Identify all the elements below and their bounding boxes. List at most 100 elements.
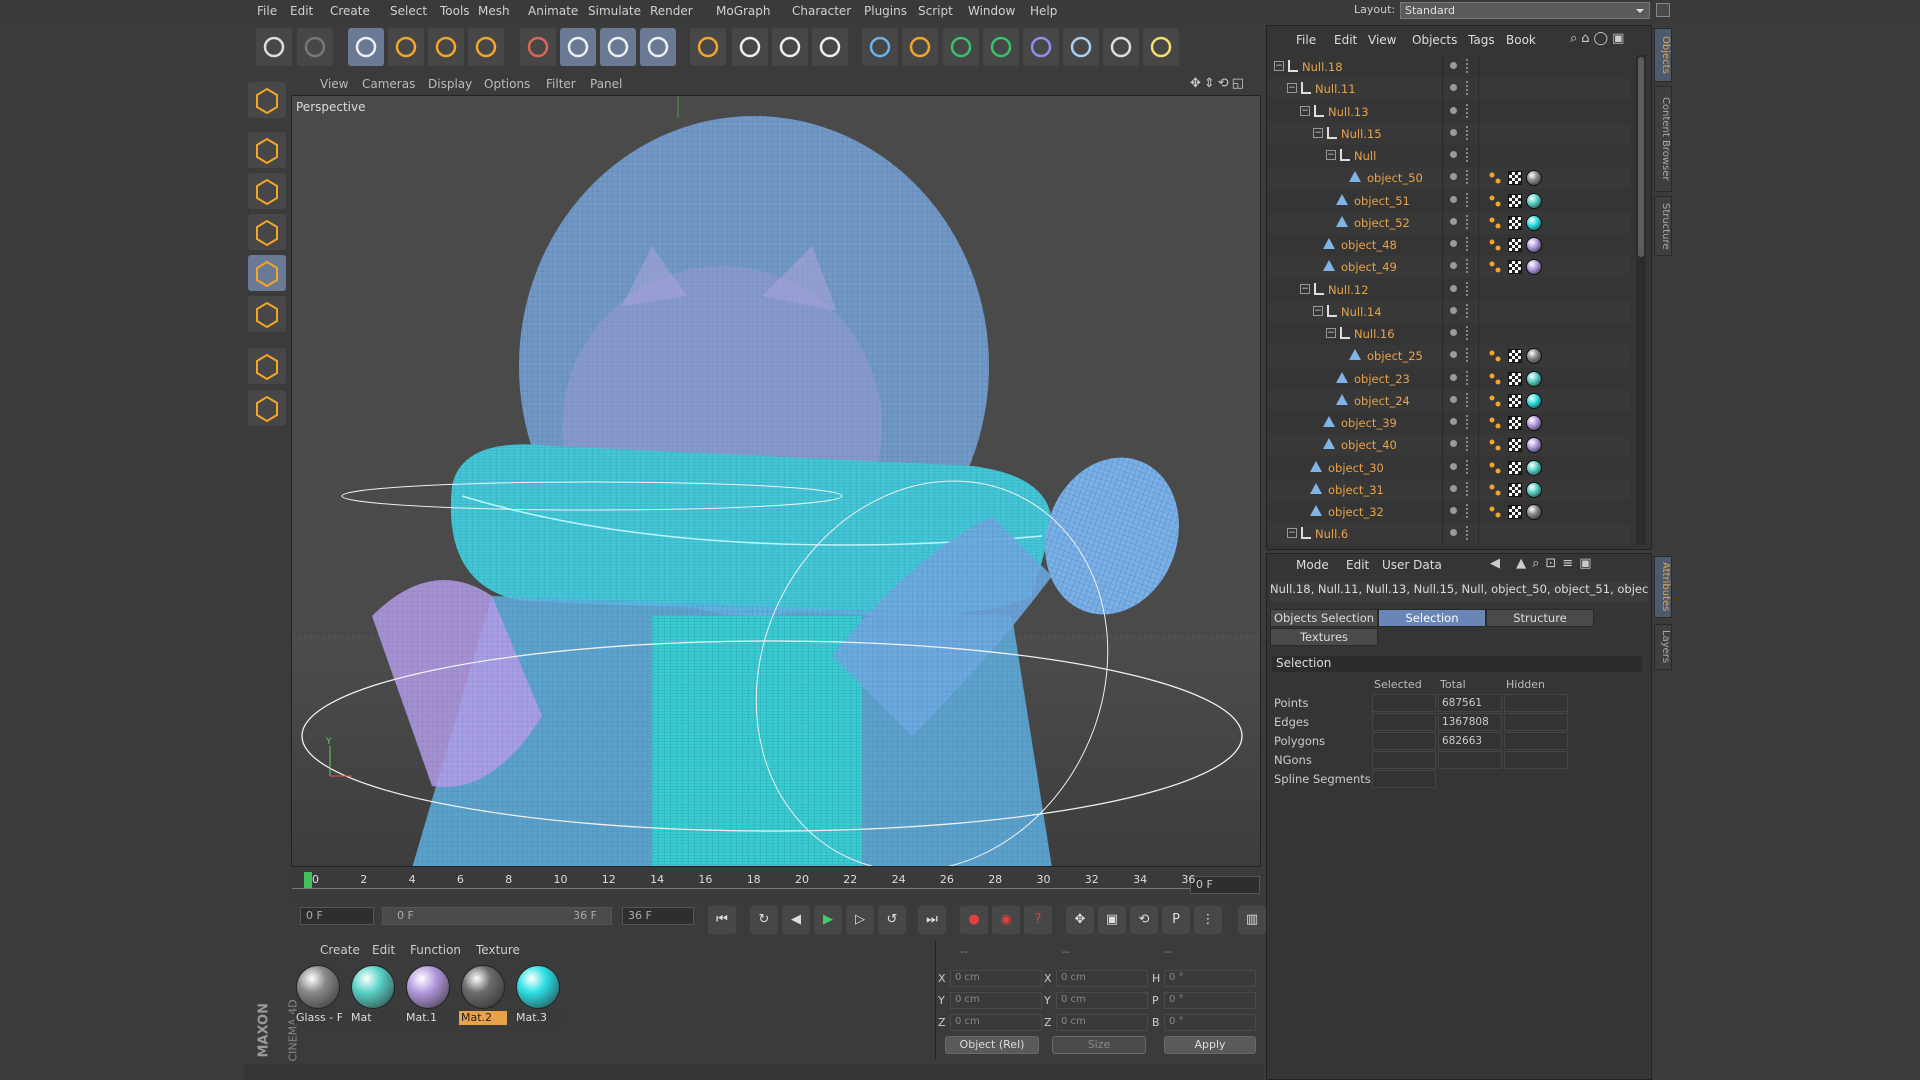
menu-mograph[interactable]: MoGraph	[716, 4, 771, 18]
render-visibility-icon[interactable]	[1466, 437, 1469, 452]
object-row-null-15[interactable]: − Null.15	[1270, 122, 1630, 145]
object-row-object_23[interactable]: object_23	[1270, 367, 1630, 390]
material-tag-icon[interactable]	[1526, 481, 1542, 498]
menu-script[interactable]: Script	[918, 4, 953, 18]
visibility-dot-icon[interactable]	[1450, 128, 1457, 136]
visibility-dot-icon[interactable]	[1450, 529, 1457, 537]
render-visibility-icon[interactable]	[1466, 415, 1469, 429]
scale-icon[interactable]	[428, 28, 464, 66]
scrollbar-thumb[interactable]	[1638, 57, 1644, 257]
visibility-dot-icon[interactable]	[1450, 351, 1457, 359]
visibility-dot-icon[interactable]	[1450, 507, 1457, 514]
redo-icon[interactable]	[297, 28, 333, 66]
current-frame-field[interactable]: 0 F	[1190, 876, 1260, 894]
phong-tag-icon[interactable]	[1488, 260, 1502, 274]
object-row-object_32[interactable]: object_32	[1270, 501, 1630, 523]
side-tab-structure[interactable]: Structure	[1654, 196, 1672, 256]
render-visibility-icon[interactable]	[1466, 214, 1469, 229]
go-end-icon[interactable]: ⏭	[918, 906, 946, 934]
expand-toggle-icon[interactable]: −	[1326, 328, 1336, 338]
texture-mode-icon[interactable]	[248, 173, 286, 209]
size-mode-select[interactable]: Size	[1052, 1036, 1146, 1054]
visibility-dot-icon[interactable]	[1450, 84, 1457, 92]
workplane-icon[interactable]	[248, 214, 286, 250]
menu-window[interactable]: Window	[968, 4, 1015, 18]
object-row-null-6[interactable]: − Null.6	[1270, 523, 1630, 546]
y-axis-icon[interactable]	[600, 28, 636, 66]
loop-icon[interactable]: ↻	[750, 906, 778, 934]
make-editable-icon[interactable]	[248, 82, 286, 118]
render-visibility-icon[interactable]	[1466, 81, 1469, 96]
uvw-tag-icon[interactable]	[1508, 438, 1522, 453]
material-swatch[interactable]: Mat.1	[404, 965, 452, 1029]
phong-tag-icon[interactable]	[1488, 461, 1502, 475]
keyframe-help-icon[interactable]: ?	[1024, 906, 1052, 934]
visibility-dot-icon[interactable]	[1450, 106, 1457, 114]
visibility-dot-icon[interactable]	[1450, 62, 1457, 69]
deformer-icon[interactable]	[1023, 28, 1059, 66]
timeline-window-icon[interactable]: ▥	[1238, 906, 1266, 934]
light-icon[interactable]	[1143, 28, 1179, 66]
coord-field[interactable]: 0 °	[1164, 992, 1256, 1009]
om-menu-view[interactable]: View	[1368, 33, 1396, 47]
side-tab-layers[interactable]: Layers	[1654, 624, 1672, 670]
z-axis-icon[interactable]	[640, 28, 676, 66]
edges-mode-icon[interactable]	[248, 296, 286, 332]
object-row-null-13[interactable]: − Null.13	[1270, 100, 1630, 123]
object-row-object_51[interactable]: object_51	[1270, 189, 1630, 212]
render-visibility-icon[interactable]	[1466, 526, 1469, 541]
viewport-menu-panel[interactable]: Panel	[590, 77, 622, 91]
render-visibility-icon[interactable]	[1466, 392, 1469, 407]
viewport-menu-display[interactable]: Display	[428, 77, 472, 91]
material-tag-icon[interactable]	[1526, 504, 1542, 520]
polygons-mode-icon[interactable]	[248, 348, 286, 384]
object-row-object_52[interactable]: object_52	[1270, 211, 1630, 234]
floor-icon[interactable]	[1063, 28, 1099, 66]
coord-field[interactable]: 0 °	[1164, 1014, 1256, 1031]
object-row-null-18[interactable]: − Null.18	[1270, 56, 1630, 78]
visibility-dot-icon[interactable]	[1450, 418, 1457, 425]
visibility-dot-icon[interactable]	[1450, 395, 1457, 403]
enable-axis-icon[interactable]	[248, 390, 286, 426]
pla-key-icon[interactable]: ⋮	[1194, 906, 1222, 934]
coord-field[interactable]: 0 cm	[1056, 992, 1148, 1009]
model-mode-icon[interactable]	[248, 132, 286, 168]
visibility-dot-icon[interactable]	[1450, 484, 1457, 492]
side-tab-content-browser[interactable]: Content Browser	[1654, 86, 1672, 192]
phong-tag-icon[interactable]	[1488, 372, 1502, 386]
visibility-dot-icon[interactable]	[1450, 329, 1457, 336]
phong-tag-icon[interactable]	[1488, 216, 1502, 230]
render-visibility-icon[interactable]	[1466, 481, 1469, 496]
material-swatch[interactable]: Mat	[349, 965, 397, 1029]
phong-tag-icon[interactable]	[1488, 505, 1502, 519]
om-menu-book[interactable]: Book	[1506, 33, 1536, 47]
attr-toolbar-icons[interactable]: ◀ ▲⌕⊡≡▣	[1490, 556, 1650, 571]
uvw-tag-icon[interactable]	[1508, 482, 1522, 497]
uvw-tag-icon[interactable]	[1508, 371, 1522, 386]
undo-icon[interactable]	[256, 28, 292, 66]
render-visibility-icon[interactable]	[1466, 504, 1469, 518]
spline-icon[interactable]	[902, 28, 938, 66]
uvw-tag-icon[interactable]	[1508, 416, 1522, 430]
render-visibility-icon[interactable]	[1466, 348, 1469, 363]
uvw-tag-icon[interactable]	[1508, 349, 1522, 364]
tab-structure[interactable]: Structure	[1486, 609, 1594, 627]
rotate-icon[interactable]	[468, 28, 504, 66]
cube-icon[interactable]	[862, 28, 898, 66]
menu-file[interactable]: File	[257, 4, 277, 18]
visibility-dot-icon[interactable]	[1450, 217, 1457, 225]
autokey-icon[interactable]: ◉	[992, 906, 1020, 934]
om-menu-file[interactable]: File	[1296, 33, 1316, 47]
visibility-dot-icon[interactable]	[1450, 173, 1457, 181]
expand-toggle-icon[interactable]: −	[1313, 305, 1323, 316]
visibility-dot-icon[interactable]	[1450, 440, 1457, 448]
visibility-dot-icon[interactable]	[1450, 151, 1457, 158]
om-menu-edit[interactable]: Edit	[1334, 33, 1357, 47]
render-settings-icon[interactable]	[812, 28, 848, 66]
om-menu-tags[interactable]: Tags	[1468, 33, 1495, 47]
coord-field[interactable]: 0 cm	[950, 992, 1042, 1009]
visibility-dot-icon[interactable]	[1450, 262, 1457, 270]
material-menu-create[interactable]: Create	[320, 943, 360, 957]
menu-animate[interactable]: Animate	[528, 4, 578, 18]
uvw-tag-icon[interactable]	[1508, 193, 1522, 208]
